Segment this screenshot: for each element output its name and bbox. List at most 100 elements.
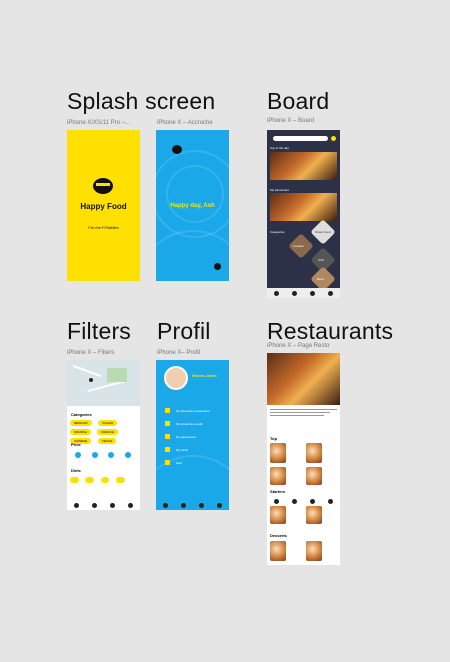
dish-image[interactable] — [306, 467, 322, 485]
home-icon[interactable] — [273, 498, 279, 504]
filters-tabbar — [67, 500, 140, 510]
profil-menu-label: My parameters — [176, 434, 197, 439]
hex-label-cookies: Cookies — [293, 244, 304, 248]
profil-menu-item[interactable]: My favourites meals — [165, 417, 210, 430]
diet-chips — [69, 475, 138, 484]
hex-label-retro: Retro — [317, 277, 325, 281]
dish-image[interactable] — [270, 506, 286, 524]
dish-image[interactable] — [306, 443, 322, 463]
bee-icon[interactable] — [328, 290, 334, 296]
bee-small-icon — [214, 263, 221, 270]
resto-frame[interactable]: Top Starters Desserts — [267, 353, 340, 565]
board-yellow-dot — [331, 136, 336, 141]
star-icon[interactable] — [310, 498, 316, 504]
heart-icon — [165, 421, 170, 426]
resto-tabbar — [267, 496, 340, 506]
board-row-label-categories: Categories — [270, 230, 285, 234]
resto-section-starters: Starters — [270, 489, 286, 494]
profil-menu-item[interactable]: My parameters — [165, 430, 210, 443]
filter-icon[interactable] — [180, 502, 186, 508]
star-icon[interactable] — [110, 502, 116, 508]
dish-image[interactable] — [270, 467, 286, 485]
star-icon[interactable] — [199, 502, 205, 508]
profil-menu-item[interactable]: My cards — [165, 443, 210, 456]
frame-label-splash: iPhone X/XS/11 Pro –... — [67, 120, 130, 126]
board-row-label-top: Top of the day — [270, 146, 289, 150]
board-search-input[interactable] — [273, 136, 328, 141]
diet-chip[interactable] — [70, 477, 79, 483]
star-icon[interactable] — [310, 290, 316, 296]
filter-chip[interactable]: SPANISH — [70, 429, 91, 435]
price-slider[interactable] — [75, 452, 131, 458]
diet-chip[interactable] — [115, 477, 125, 483]
section-title-profil: Profil — [157, 318, 211, 344]
bee-logo-icon — [93, 178, 113, 194]
splash-frame[interactable]: Happy Food For the Fl*0ddles — [67, 130, 140, 281]
card-icon — [165, 447, 170, 452]
diet-chip[interactable] — [100, 477, 110, 483]
bee-icon[interactable] — [128, 502, 134, 508]
filters-map[interactable] — [67, 360, 140, 406]
frame-label-resto: iPhone X – Page Resto — [267, 343, 330, 349]
accroche-greeting: Happy day, Ash — [170, 203, 215, 209]
home-icon[interactable] — [73, 502, 79, 508]
bee-icon[interactable] — [217, 502, 223, 508]
profil-frame[interactable]: Emma Jones My favourites restaurants My … — [156, 360, 229, 510]
filter-icon[interactable] — [291, 290, 297, 296]
frame-label-accroche: iPhone X – Accroche — [157, 120, 213, 126]
profil-tabbar — [156, 500, 229, 510]
frame-label-filters: iPhone X – Filters — [67, 350, 115, 356]
hex-label-chic: Chic — [318, 258, 325, 262]
board-favourites-image[interactable] — [270, 193, 337, 221]
filter-icon[interactable] — [291, 498, 297, 504]
board-top-image[interactable] — [270, 152, 337, 180]
section-title-restaurants: Restaurants — [267, 318, 394, 344]
frame-label-profil: iPhone X– Profil — [157, 350, 201, 356]
dish-image[interactable] — [306, 541, 322, 561]
profil-menu-label: My favourites meals — [176, 421, 203, 426]
profil-menu-label: Help — [176, 460, 183, 465]
board-row-label-favourites: My Favourites — [270, 188, 289, 192]
avatar — [164, 366, 188, 390]
resto-section-top: Top — [270, 436, 278, 441]
filter-chip[interactable]: VEGAN — [97, 438, 117, 444]
resto-hero-image — [267, 353, 340, 405]
profil-menu-item[interactable]: My favourites restaurants — [165, 404, 210, 417]
filter-icon[interactable] — [91, 502, 97, 508]
gear-icon — [165, 434, 170, 439]
profil-menu-label: My cards — [176, 447, 189, 452]
filters-chip-group: MEXICAN ITALIAN SPANISH FRENCH CHINESE V… — [69, 418, 138, 445]
filter-chip[interactable]: MEXICAN — [70, 420, 92, 426]
dish-image[interactable] — [270, 541, 286, 561]
section-title-filters: Filters — [67, 318, 132, 344]
filter-chip[interactable]: FRENCH — [97, 429, 118, 435]
profil-menu-item[interactable]: Help — [165, 456, 210, 469]
profil-name: Emma Jones — [192, 373, 217, 378]
filter-chip[interactable]: ITALIAN — [98, 420, 118, 426]
frame-label-board: iPhone X – Board — [267, 118, 315, 124]
help-icon — [165, 460, 170, 465]
accroche-frame[interactable]: Happy day, Ash — [156, 130, 229, 281]
resto-description — [270, 409, 337, 418]
section-title-splash: Splash screen — [67, 88, 216, 114]
resto-section-desserts: Desserts — [270, 533, 287, 538]
profil-menu: My favourites restaurants My favourites … — [165, 404, 210, 469]
section-title-board: Board — [267, 88, 330, 114]
dish-image[interactable] — [306, 506, 322, 524]
splash-tagline: For the Fl*0ddles — [88, 225, 119, 230]
filters-price-label: Price — [71, 442, 81, 447]
diet-chip[interactable] — [85, 477, 95, 483]
dish-image[interactable] — [270, 443, 286, 463]
board-frame[interactable]: Top of the day My Favourites Categories … — [267, 130, 340, 298]
profil-menu-label: My favourites restaurants — [176, 408, 210, 413]
splash-app-name: Happy Food — [80, 202, 127, 211]
board-tabbar — [267, 288, 340, 298]
bee-logo-icon — [172, 145, 182, 154]
home-icon[interactable] — [273, 290, 279, 296]
star-icon — [165, 408, 170, 413]
filters-categories-label: Categories — [71, 412, 92, 417]
home-icon[interactable] — [162, 502, 168, 508]
hex-label-street-food: Street Food — [315, 230, 331, 234]
bee-icon[interactable] — [328, 498, 334, 504]
filters-frame[interactable]: Categories MEXICAN ITALIAN SPANISH FRENC… — [67, 360, 140, 510]
